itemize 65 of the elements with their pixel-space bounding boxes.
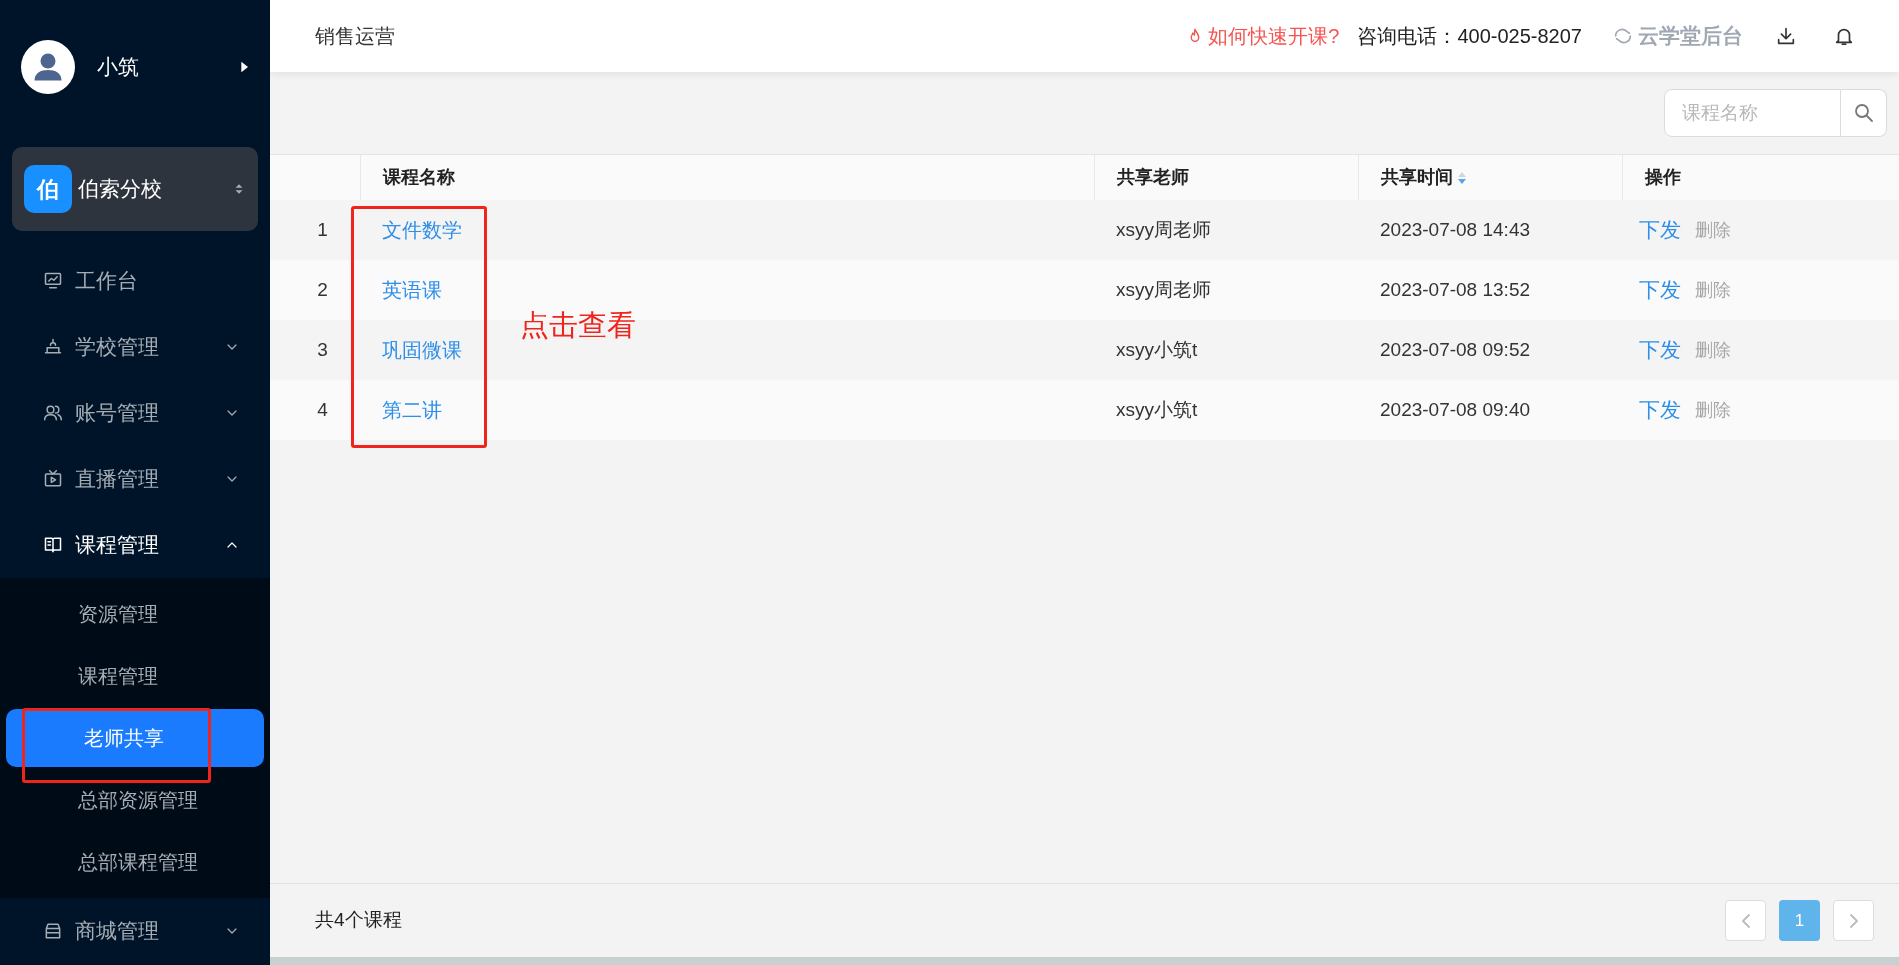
row-index: 2 — [317, 277, 328, 302]
share-time: 2023-07-08 14:43 — [1380, 218, 1530, 240]
page-title: 销售运营 — [315, 24, 396, 49]
submenu-item[interactable]: 总部课程管理 — [0, 831, 270, 893]
menu-item[interactable]: 商城管理 — [0, 898, 270, 964]
share-time: 2023-07-08 13:52 — [1380, 278, 1530, 300]
submenu-item[interactable]: 资源管理 — [0, 583, 270, 645]
annotation-text: 点击查看 — [520, 308, 636, 343]
total-count: 共4个课程 — [315, 908, 403, 933]
users-icon — [43, 403, 63, 423]
teacher-name: xsyy小筑t — [1116, 398, 1198, 420]
share-time: 2023-07-08 09:40 — [1380, 398, 1530, 420]
teacher-name: xsyy周老师 — [1116, 278, 1211, 300]
search-button[interactable] — [1841, 89, 1887, 137]
column-header[interactable]: 共享老师 — [1117, 164, 1189, 191]
horizontal-scrollbar[interactable] — [270, 957, 1899, 965]
menu-label: 课程管理 — [75, 532, 160, 559]
tv-icon — [43, 469, 63, 489]
column-header[interactable]: 课程名称 — [383, 164, 455, 191]
row-index: 1 — [317, 217, 328, 242]
column-header[interactable]: 操作 — [1645, 164, 1681, 191]
course-name-link[interactable]: 英语课 — [382, 279, 442, 301]
share-time: 2023-07-08 09:52 — [1380, 338, 1530, 360]
menu-item[interactable]: 学校管理 — [0, 314, 270, 380]
menu-label: 账号管理 — [75, 400, 160, 427]
menu-item[interactable]: 工作台 — [0, 248, 270, 314]
distribute-link[interactable]: 下发 — [1639, 394, 1681, 426]
phone-text: 咨询电话：400-025-8207 — [1357, 24, 1582, 49]
submenu-item[interactable]: 老师共享 — [6, 709, 264, 767]
chevron-left-icon — [1740, 912, 1751, 929]
distribute-link[interactable]: 下发 — [1639, 274, 1681, 306]
course-name-link[interactable]: 巩固微课 — [382, 339, 462, 361]
distribute-link[interactable]: 下发 — [1639, 334, 1681, 366]
book-icon — [43, 535, 63, 555]
menu-item[interactable]: 直播管理 — [0, 446, 270, 512]
branch-name: 伯索分校 — [78, 176, 163, 203]
chevron-right-icon — [1848, 912, 1859, 929]
course-name-link[interactable]: 第二讲 — [382, 399, 442, 421]
page-button[interactable]: 1 — [1779, 900, 1820, 941]
podium-icon — [43, 337, 63, 357]
distribute-link[interactable]: 下发 — [1639, 214, 1681, 246]
menu-label: 工作台 — [75, 268, 139, 295]
avatar — [21, 40, 75, 94]
help-link[interactable]: 如何快速开课? — [1186, 21, 1340, 51]
monitor-icon — [43, 271, 63, 291]
download-icon — [1775, 25, 1797, 47]
teacher-name: xsyy周老师 — [1116, 218, 1211, 240]
menu-label: 直播管理 — [75, 466, 160, 493]
submenu-item[interactable]: 总部资源管理 — [0, 769, 270, 831]
submenu-item[interactable]: 课程管理 — [0, 645, 270, 707]
row-index: 4 — [317, 397, 328, 422]
search-field[interactable]: 课程名称 — [1664, 89, 1841, 137]
column-header[interactable]: 共享时间 — [1381, 164, 1468, 191]
branch-selector[interactable]: 伯 伯索分校 — [12, 147, 258, 231]
row-index: 3 — [317, 337, 328, 362]
menu-label: 商城管理 — [75, 918, 160, 945]
menu-label: 学校管理 — [75, 334, 160, 361]
teacher-name: xsyy小筑t — [1116, 338, 1198, 360]
branch-badge: 伯 — [24, 165, 72, 213]
backend-link[interactable]: 云学堂后台 — [1612, 20, 1743, 52]
course-name-link[interactable]: 文件数学 — [382, 219, 462, 241]
user-name: 小筑 — [97, 54, 140, 81]
menu-item[interactable]: 账号管理 — [0, 380, 270, 446]
menu-item[interactable]: 课程管理 — [0, 512, 270, 578]
store-icon — [43, 921, 63, 941]
